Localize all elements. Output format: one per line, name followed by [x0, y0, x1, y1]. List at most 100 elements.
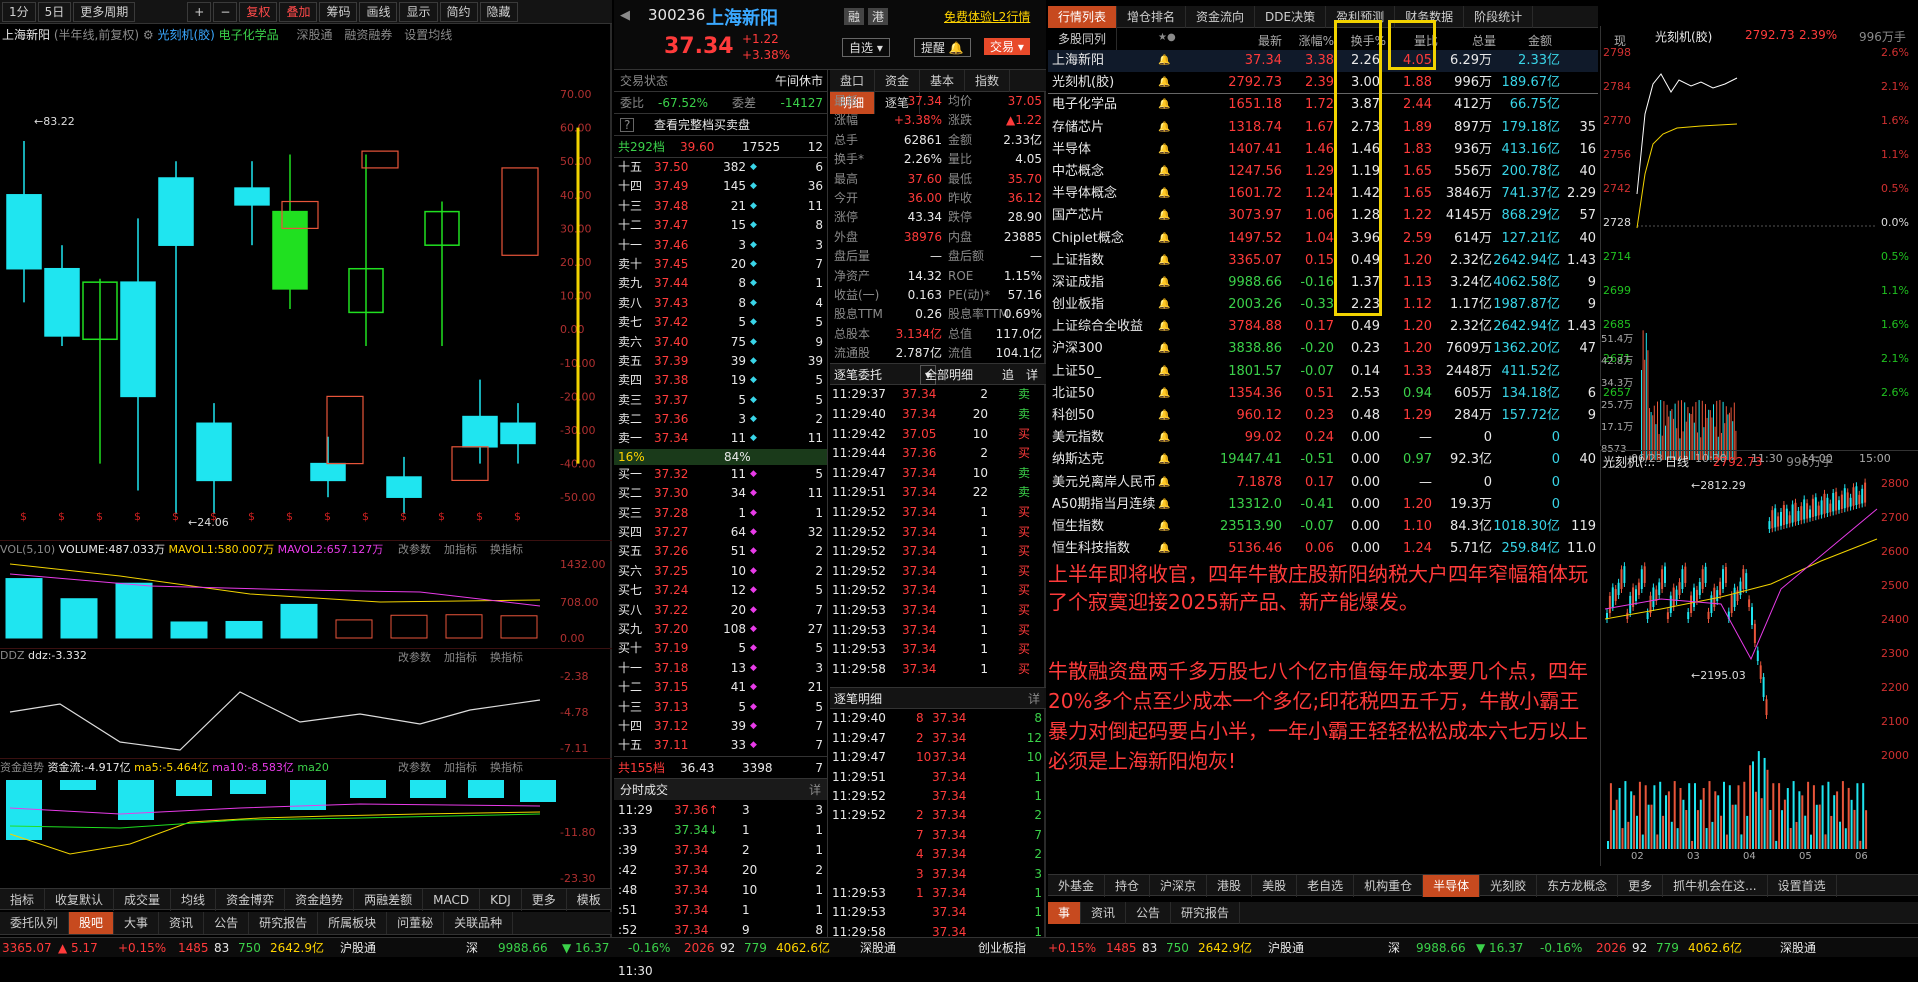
quote-row[interactable]: 上海新阳 🔔 37.34 3.38 2.26 4.05 6.29万 2.33亿 — [1048, 50, 1598, 73]
book-row[interactable]: 十五 37.11 33 ◆ 7 — [614, 736, 827, 755]
zoom-out-button[interactable]: − — [213, 2, 238, 22]
book-row[interactable]: 卖三 37.37 5 ◆ 5 — [614, 391, 827, 410]
col-head-0[interactable]: 最新 — [1234, 32, 1282, 49]
book-row[interactable]: 买六 37.25 10 ◆ 2 — [614, 562, 827, 581]
collapse-left-icon[interactable]: ◀ — [620, 8, 630, 23]
bottom-tab-left-2[interactable]: 大事 — [114, 912, 160, 934]
quote-name[interactable]: A50期指当月连续 — [1052, 494, 1155, 516]
book-row[interactable]: 十四 37.12 39 ◆ 7 — [614, 717, 827, 736]
hide-button[interactable]: 隐藏 — [479, 2, 518, 22]
overlay-button[interactable]: 叠加 — [279, 2, 318, 22]
top-tab-3[interactable]: DDE决策 — [1255, 6, 1327, 28]
hgt-label-2[interactable]: 沪股通 — [1268, 938, 1304, 958]
quote-row[interactable]: 沪深300 🔔 3838.86 -0.20 0.23 1.20 7609万 1362.20亿 4… — [1048, 338, 1598, 360]
legend-margin[interactable]: 融资融券 — [344, 28, 392, 42]
quote-name[interactable]: 恒生科技指数 — [1052, 538, 1130, 560]
quote-name[interactable]: 半导体概念 — [1052, 183, 1117, 205]
book-row[interactable]: 十三 37.48 21 ◆ 11 — [614, 197, 827, 216]
bottom-tab-right-4[interactable]: 美股 — [1252, 875, 1298, 897]
indicator-tab-9[interactable]: 更多 — [522, 889, 567, 911]
quote-row[interactable]: 恒生指数 🔔 23513.90 -0.07 0.00 1.10 84.3亿 1018.30亿 1… — [1048, 516, 1598, 538]
quote-name[interactable]: Chiplet概念 — [1052, 228, 1124, 250]
detail-tab-2[interactable]: 基本 — [920, 70, 966, 92]
bottom-tab-right-9[interactable]: 东方龙概念 — [1537, 875, 1619, 897]
legend-hk-connect[interactable]: 深股通 — [297, 28, 333, 42]
bottom-tab-right-3[interactable]: 港股 — [1207, 875, 1253, 897]
quote-row[interactable]: 恒生科技指数 🔔 5136.46 0.06 0.00 1.24 5.71亿 259.84亿 11… — [1048, 538, 1598, 560]
book-row[interactable]: 卖七 37.42 5 ◆ 5 — [614, 313, 827, 332]
quote-row[interactable]: 科创50 🔔 960.12 0.23 0.48 1.29 284万 157.72亿 9 — [1048, 405, 1598, 427]
quote-row[interactable]: 存储芯片 🔔 1318.74 1.67 2.73 1.89 897万 179.18亿 35 — [1048, 117, 1598, 139]
bottom-tab-right-5[interactable]: 老自选 — [1297, 875, 1355, 897]
bottom-tab-right-7[interactable]: 半导体 — [1423, 875, 1481, 897]
brief-button[interactable]: 简约 — [439, 2, 478, 22]
book-row[interactable]: 十二 37.47 15 ◆ 8 — [614, 216, 827, 235]
daily-chart[interactable]: 2800 2700 2600 2500 2400 2300 2200 2100 2000 ←281… — [1601, 469, 1918, 861]
quote-name[interactable]: 深证成指 — [1052, 272, 1104, 294]
book-row[interactable]: 卖九 37.44 8 ◆ 1 — [614, 274, 827, 293]
quote-name[interactable]: 上证指数 — [1052, 250, 1104, 272]
book-row[interactable]: 卖一 37.34 11 ◆ 11 — [614, 429, 827, 448]
settings-link[interactable]: 设置首选 — [1768, 875, 1837, 897]
indicator-tab-4[interactable]: 资金博弈 — [216, 889, 286, 911]
l2-trial-link[interactable]: 免费体验L2行情 — [944, 8, 1030, 25]
sub-tab-3[interactable]: 研究报告 — [1171, 902, 1241, 924]
top-tab-0[interactable]: 行情列表 — [1048, 6, 1118, 28]
legend-overlay1[interactable]: 光刻机(胶) — [157, 28, 214, 42]
book-row[interactable]: 卖八 37.43 8 ◆ 4 — [614, 294, 827, 313]
period-5day-button[interactable]: 5日 — [37, 2, 72, 22]
ddz-switch-button[interactable]: 换指标 — [490, 649, 523, 665]
book-row[interactable]: 十二 37.15 41 ◆ 21 — [614, 678, 827, 697]
bottom-tab-left-3[interactable]: 资讯 — [159, 912, 205, 934]
bottom-tab-left-7[interactable]: 问董秘 — [387, 912, 445, 934]
vol-switch-button[interactable]: 换指标 — [490, 541, 523, 557]
intraday-chart[interactable]: 2798278427702756274227282714269926852671… — [1601, 44, 1918, 468]
book-row[interactable]: 买九 37.20 108 ◆ 27 — [614, 620, 827, 639]
kline-chart[interactable]: 70.00 60.00 50.00 40.00 30.00 20.00 10.00 0.00 -… — [0, 44, 612, 556]
quote-row[interactable]: 上证综合全收益 🔔 3784.88 0.17 0.49 1.20 2.32亿 2642.94亿… — [1048, 316, 1598, 338]
draw-line-button[interactable]: 画线 — [359, 2, 398, 22]
book-row[interactable]: 卖十 37.45 20 ◆ 7 — [614, 255, 827, 274]
book-row[interactable]: 买八 37.22 20 ◆ 7 — [614, 601, 827, 620]
quote-name[interactable]: 美元兑离岸人民币 — [1052, 472, 1156, 494]
quote-row[interactable]: 国产芯片 🔔 3073.97 1.06 1.28 1.22 4145万 868.29亿 57 — [1048, 205, 1598, 227]
book-row[interactable]: 卖二 37.36 3 ◆ 2 — [614, 410, 827, 429]
quote-name[interactable]: 创业板指 — [1052, 294, 1104, 316]
book-row[interactable]: 卖四 37.38 19 ◆ 5 — [614, 371, 827, 390]
ddz-param-button[interactable]: 改参数 — [398, 649, 431, 665]
indicator-tab-3[interactable]: 均线 — [171, 889, 217, 911]
quote-name[interactable]: 电子化学品 — [1052, 94, 1117, 116]
period-1min-button[interactable]: 1分 — [2, 2, 36, 22]
quote-row[interactable]: 中芯概念 🔔 1247.56 1.29 1.19 1.65 556万 200.78亿 40 — [1048, 161, 1598, 183]
quote-name[interactable]: 半导体 — [1052, 139, 1091, 161]
vol-add-button[interactable]: 加指标 — [444, 541, 477, 557]
col-head-5[interactable]: 金额 — [1504, 32, 1552, 49]
bottom-tab-right-10[interactable]: 更多 — [1618, 875, 1664, 897]
detail-tab-0[interactable]: 盘口 — [830, 70, 876, 92]
grab-chance-link[interactable]: 抓牛机会在这... — [1663, 875, 1768, 897]
sort-star-icon[interactable]: ★● — [1158, 32, 1176, 43]
book-row[interactable]: 十五 37.50 382 ◆ 6 — [614, 158, 827, 177]
indicator-tab-1[interactable]: 收复默认 — [45, 889, 115, 911]
display-button[interactable]: 显示 — [399, 2, 438, 22]
fen-detail-button[interactable]: 详 — [809, 779, 821, 801]
bottom-tab-right-8[interactable]: 光刻胶 — [1480, 875, 1538, 897]
book-row[interactable]: 卖五 37.39 39 ◆ 39 — [614, 352, 827, 371]
chip-button[interactable]: 筹码 — [319, 2, 358, 22]
sub-tab-0[interactable]: 事 — [1048, 902, 1082, 924]
book-row[interactable]: 十四 37.49 145 ◆ 36 — [614, 177, 827, 196]
fund-add-button[interactable]: 加指标 — [444, 759, 477, 775]
quote-name[interactable]: 存储芯片 — [1052, 117, 1104, 139]
quote-row[interactable]: 上证指数 🔔 3365.07 0.15 0.49 1.20 2.32亿 2642.94亿 1.4… — [1048, 250, 1598, 272]
quote-name[interactable]: 上证综合全收益 — [1052, 316, 1143, 338]
bottom-tab-right-6[interactable]: 机构重仓 — [1354, 875, 1424, 897]
quote-row[interactable]: 美元指数 🔔 99.02 0.24 0.00 — 0 0 — [1048, 427, 1598, 449]
quote-name[interactable]: 上证50_ — [1052, 361, 1101, 383]
indicator-tab-7[interactable]: MACD — [423, 889, 481, 911]
top-tab-1[interactable]: 增仓排名 — [1117, 6, 1187, 28]
zb-detail-button[interactable]: 详 — [1028, 688, 1040, 710]
quote-row[interactable]: 深证成指 🔔 9988.66 -0.16 1.37 1.13 3.24亿 4062.58亿 9 — [1048, 272, 1598, 294]
bottom-tab-left-0[interactable]: 委托队列 — [0, 912, 70, 934]
book-row[interactable]: 买七 37.24 12 ◆ 5 — [614, 581, 827, 600]
bottom-tab-left-6[interactable]: 所属板块 — [318, 912, 388, 934]
